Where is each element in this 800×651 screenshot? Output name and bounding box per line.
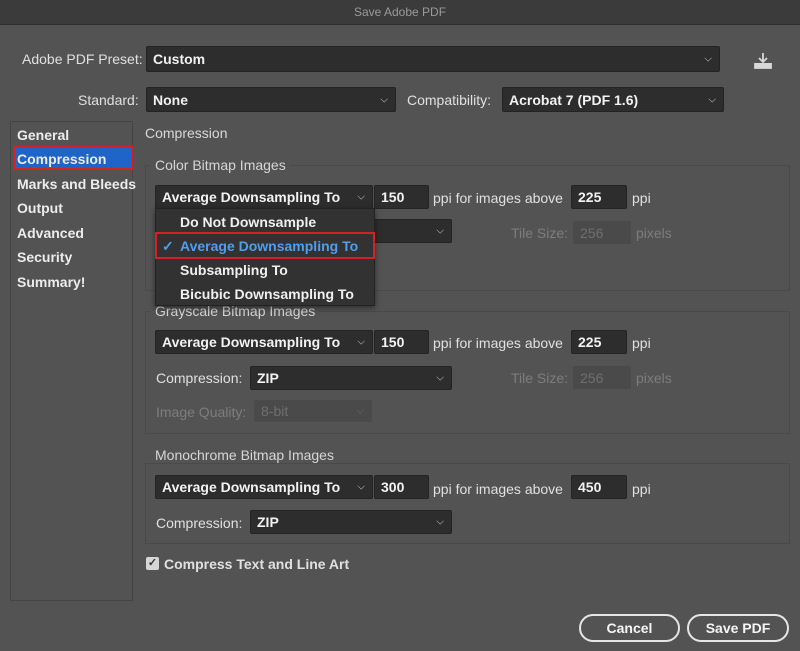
chevron-down-icon: ⌵ (357, 191, 365, 203)
dropdown-option-subsampling[interactable]: Subsampling To (156, 258, 374, 282)
chevron-down-icon: ⌵ (704, 53, 712, 65)
grayscale-above-label: ppi for images above (433, 335, 563, 351)
chevron-down-icon: ⌵ (436, 225, 444, 237)
section-title: Compression (145, 125, 228, 141)
grayscale-tile-unit: pixels (636, 370, 672, 386)
grayscale-quality-label: Image Quality: (156, 404, 247, 420)
monochrome-above-input[interactable]: 450 (571, 475, 627, 499)
dropdown-option-bicubic-downsampling[interactable]: Bicubic Downsampling To (156, 282, 374, 306)
compress-text-label: Compress Text and Line Art (164, 556, 350, 572)
sidebar-item-summary[interactable]: Summary! (17, 271, 132, 293)
chevron-down-icon: ⌵ (357, 481, 365, 493)
standard-label: Standard: (78, 92, 139, 108)
sidebar-item-advanced[interactable]: Advanced (17, 222, 132, 244)
preset-select[interactable]: Custom ⌵ (146, 46, 720, 72)
save-preset-button[interactable] (752, 51, 774, 71)
chevron-down-icon: ⌵ (436, 516, 444, 528)
sidebar-item-output[interactable]: Output (17, 197, 132, 219)
checkmark-icon: ✓ (147, 557, 158, 569)
color-ppi-input[interactable]: 150 (374, 185, 429, 209)
color-tile-label: Tile Size: (511, 225, 569, 241)
grayscale-downsampling-value: Average Downsampling To (162, 334, 341, 350)
color-ppi-unit: ppi (632, 190, 651, 206)
compatibility-value: Acrobat 7 (PDF 1.6) (509, 91, 639, 108)
save-pdf-button[interactable]: Save PDF (687, 614, 789, 642)
grayscale-quality-value: 8-bit (261, 403, 289, 419)
monochrome-ppi-input[interactable]: 300 (374, 475, 429, 499)
grayscale-quality-select[interactable]: 8-bit ⌵ (254, 400, 372, 422)
compatibility-select[interactable]: Acrobat 7 (PDF 1.6) ⌵ (502, 87, 724, 112)
sidebar-item-security[interactable]: Security (17, 246, 132, 268)
grayscale-compression-value: ZIP (257, 370, 279, 386)
dropdown-option-do-not-downsample[interactable]: Do Not Downsample (156, 210, 374, 234)
grayscale-compression-select[interactable]: ZIP ⌵ (250, 366, 452, 390)
grayscale-ppi-input[interactable]: 150 (374, 330, 429, 354)
monochrome-compression-select[interactable]: ZIP ⌵ (250, 510, 452, 534)
grayscale-downsampling-select[interactable]: Average Downsampling To ⌵ (155, 330, 373, 354)
cancel-button[interactable]: Cancel (579, 614, 680, 642)
monochrome-ppi-unit: ppi (632, 481, 651, 497)
selected-option-highlight (155, 232, 375, 259)
color-above-input[interactable]: 225 (571, 185, 627, 209)
sidebar: General Compression Marks and Bleeds Out… (10, 121, 136, 601)
color-compression-select[interactable]: ⌵ (370, 219, 452, 243)
download-tray-icon (754, 53, 772, 69)
color-bitmap-title: Color Bitmap Images (151, 157, 290, 173)
sidebar-item-marks-and-bleeds[interactable]: Marks and Bleeds (17, 173, 136, 195)
grayscale-compression-label: Compression: (156, 370, 243, 386)
sidebar-item-compression[interactable]: Compression (17, 148, 132, 170)
grayscale-above-input[interactable]: 225 (571, 330, 627, 354)
preset-value: Custom (153, 51, 206, 67)
monochrome-compression-label: Compression: (156, 515, 243, 531)
preset-label: Adobe PDF Preset: (22, 51, 143, 67)
grayscale-tile-label: Tile Size: (511, 370, 569, 386)
grayscale-ppi-unit: ppi (632, 335, 651, 351)
sidebar-item-general[interactable]: General (17, 124, 132, 146)
monochrome-downsampling-value: Average Downsampling To (162, 479, 341, 495)
grayscale-tile-input[interactable]: 256 (573, 366, 631, 389)
color-above-label: ppi for images above (433, 190, 563, 206)
chevron-down-icon: ⌵ (380, 94, 388, 105)
chevron-down-icon: ⌵ (356, 405, 364, 417)
chevron-down-icon: ⌵ (436, 372, 444, 384)
window-title: Save Adobe PDF (0, 0, 800, 25)
color-downsampling-value: Average Downsampling To (162, 189, 341, 205)
monochrome-downsampling-select[interactable]: Average Downsampling To ⌵ (155, 475, 373, 499)
color-tile-unit: pixels (636, 225, 672, 241)
monochrome-above-label: ppi for images above (433, 481, 563, 497)
chevron-down-icon: ⌵ (708, 94, 716, 105)
chevron-down-icon: ⌵ (357, 336, 365, 348)
standard-select[interactable]: None ⌵ (146, 87, 396, 112)
standard-value: None (153, 91, 188, 108)
compress-text-checkbox[interactable]: ✓ (146, 557, 159, 570)
compatibility-label: Compatibility: (407, 92, 492, 108)
color-downsampling-select[interactable]: Average Downsampling To ⌵ (155, 185, 373, 209)
monochrome-bitmap-title: Monochrome Bitmap Images (151, 447, 338, 463)
color-tile-input[interactable]: 256 (573, 221, 631, 244)
monochrome-compression-value: ZIP (257, 514, 279, 530)
